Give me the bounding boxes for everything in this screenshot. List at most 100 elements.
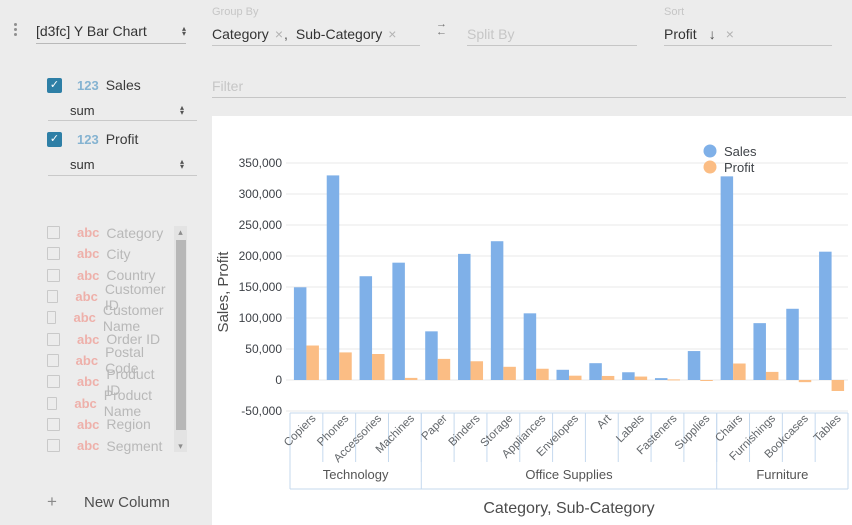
svg-text:Technology: Technology bbox=[323, 467, 389, 482]
updown-icon: ▴▾ bbox=[182, 26, 186, 36]
type-icon-string: abc bbox=[75, 289, 97, 304]
updown-icon: ▴▾ bbox=[180, 105, 184, 115]
svg-text:Copiers: Copiers bbox=[282, 412, 319, 449]
column-checkbox[interactable] bbox=[47, 311, 56, 324]
svg-text:Tables: Tables bbox=[812, 412, 844, 444]
type-icon-string: abc bbox=[73, 310, 95, 325]
column-checkbox[interactable] bbox=[47, 226, 60, 239]
type-icon-numeric: 123 bbox=[77, 132, 99, 147]
split-by-placeholder: Split By bbox=[467, 26, 514, 42]
svg-text:Labels: Labels bbox=[614, 412, 647, 445]
group-by-input[interactable]: Category × , Sub-Category × bbox=[212, 22, 420, 46]
settings-kebab-icon[interactable] bbox=[12, 21, 18, 38]
sort-label: Sort bbox=[664, 6, 832, 22]
column-checkbox[interactable] bbox=[47, 418, 60, 431]
split-by-input[interactable]: Split By bbox=[467, 22, 637, 46]
inactive-column-row: abcCustomer Name bbox=[47, 307, 172, 328]
type-icon-string: abc bbox=[77, 374, 99, 389]
filter-input[interactable]: Filter bbox=[212, 74, 846, 98]
svg-text:50,000: 50,000 bbox=[245, 342, 282, 356]
column-label: Product Name bbox=[104, 387, 172, 419]
divider bbox=[48, 175, 197, 176]
column-checkbox[interactable] bbox=[47, 290, 58, 303]
type-icon-string: abc bbox=[77, 246, 99, 261]
column-checkbox[interactable] bbox=[47, 375, 60, 388]
svg-text:Sales, Profit: Sales, Profit bbox=[215, 251, 232, 333]
tag-label: Category bbox=[212, 26, 269, 42]
type-icon-string: abc bbox=[77, 268, 99, 283]
type-icon-string: abc bbox=[77, 225, 99, 240]
divider bbox=[48, 120, 197, 121]
svg-text:Supplies: Supplies bbox=[673, 412, 713, 452]
aggregate-value: sum bbox=[70, 157, 95, 172]
column-checkbox[interactable] bbox=[47, 333, 60, 346]
svg-text:-50,000: -50,000 bbox=[241, 404, 282, 418]
filter-field: Filter bbox=[212, 58, 846, 98]
svg-text:Art: Art bbox=[595, 412, 614, 431]
chart-panel: 350,000300,000250,000200,000150,000100,0… bbox=[212, 116, 852, 525]
remove-tag-icon[interactable]: × bbox=[388, 26, 396, 42]
column-checkbox[interactable] bbox=[47, 247, 60, 260]
new-column-label: New Column bbox=[84, 494, 170, 511]
remove-sort-icon[interactable]: × bbox=[726, 26, 734, 42]
svg-text:100,000: 100,000 bbox=[239, 311, 283, 325]
scroll-down-icon[interactable]: ▾ bbox=[174, 440, 187, 452]
column-label: Segment bbox=[106, 438, 162, 454]
active-column-sales: ✓ 123 Sales bbox=[47, 77, 141, 93]
plus-icon: + bbox=[47, 492, 61, 512]
split-by-spacer bbox=[467, 6, 637, 22]
column-checkbox[interactable] bbox=[47, 439, 60, 452]
aggregate-select-profit[interactable]: sum ▴▾ bbox=[70, 153, 184, 175]
type-icon-string: abc bbox=[77, 438, 99, 453]
scroll-up-icon[interactable]: ▴ bbox=[174, 226, 187, 238]
group-by-label: Group By bbox=[212, 6, 420, 22]
inactive-column-row: abc City bbox=[47, 243, 172, 264]
svg-text:300,000: 300,000 bbox=[239, 187, 283, 201]
scrollbar[interactable]: ▴ ▾ bbox=[174, 226, 187, 452]
scrollbar-thumb[interactable] bbox=[176, 240, 186, 430]
column-checkbox[interactable] bbox=[47, 397, 57, 410]
column-label-sales: Sales bbox=[106, 77, 141, 93]
svg-text:350,000: 350,000 bbox=[239, 156, 283, 170]
type-icon-string: abc bbox=[74, 396, 96, 411]
column-label: City bbox=[106, 246, 130, 262]
type-icon-numeric: 123 bbox=[77, 78, 99, 93]
svg-text:Category, Sub-Category: Category, Sub-Category bbox=[483, 500, 654, 517]
sort-field: Sort Profit ↓ × bbox=[664, 6, 832, 46]
group-by-tag-subcategory[interactable]: Sub-Category × bbox=[296, 26, 397, 42]
checkbox-profit[interactable]: ✓ bbox=[47, 132, 62, 147]
aggregate-value: sum bbox=[70, 103, 95, 118]
type-icon-string: abc bbox=[77, 332, 99, 347]
column-label: Region bbox=[106, 416, 150, 432]
svg-text:Furniture: Furniture bbox=[756, 467, 808, 482]
chart-type-value: [d3fc] Y Bar Chart bbox=[36, 23, 147, 39]
active-column-profit: ✓ 123 Profit bbox=[47, 131, 138, 147]
inactive-column-row: abc Segment bbox=[47, 435, 172, 456]
transpose-icon[interactable]: →← bbox=[436, 20, 447, 36]
aggregate-select-sales[interactable]: sum ▴▾ bbox=[70, 99, 184, 121]
column-checkbox[interactable] bbox=[47, 269, 60, 282]
filter-placeholder: Filter bbox=[212, 78, 243, 94]
tag-separator: , bbox=[284, 26, 288, 42]
svg-text:Profit: Profit bbox=[724, 160, 755, 175]
remove-tag-icon[interactable]: × bbox=[275, 26, 283, 42]
svg-text:Paper: Paper bbox=[420, 413, 450, 443]
tag-label: Sub-Category bbox=[296, 26, 382, 42]
svg-text:Chairs: Chairs bbox=[713, 412, 745, 444]
checkbox-sales[interactable]: ✓ bbox=[47, 78, 62, 93]
bar-chart: 350,000300,000250,000200,000150,000100,0… bbox=[212, 116, 852, 525]
column-checkbox[interactable] bbox=[47, 354, 59, 367]
svg-text:Office Supplies: Office Supplies bbox=[525, 467, 613, 482]
sort-input[interactable]: Profit ↓ × bbox=[664, 22, 832, 46]
sort-direction-icon[interactable]: ↓ bbox=[709, 26, 716, 42]
group-by-field: Group By Category × , Sub-Category × bbox=[212, 6, 420, 46]
svg-text:200,000: 200,000 bbox=[239, 249, 283, 263]
svg-text:Binders: Binders bbox=[447, 412, 483, 448]
group-by-tag-category[interactable]: Category × bbox=[212, 26, 283, 42]
type-icon-string: abc bbox=[76, 353, 98, 368]
split-by-field: Split By bbox=[467, 6, 637, 46]
inactive-column-row: abcProduct Name bbox=[47, 392, 172, 413]
new-column-button[interactable]: + New Column bbox=[47, 492, 170, 512]
svg-text:250,000: 250,000 bbox=[239, 218, 283, 232]
chart-type-select[interactable]: [d3fc] Y Bar Chart ▴▾ bbox=[36, 18, 186, 44]
